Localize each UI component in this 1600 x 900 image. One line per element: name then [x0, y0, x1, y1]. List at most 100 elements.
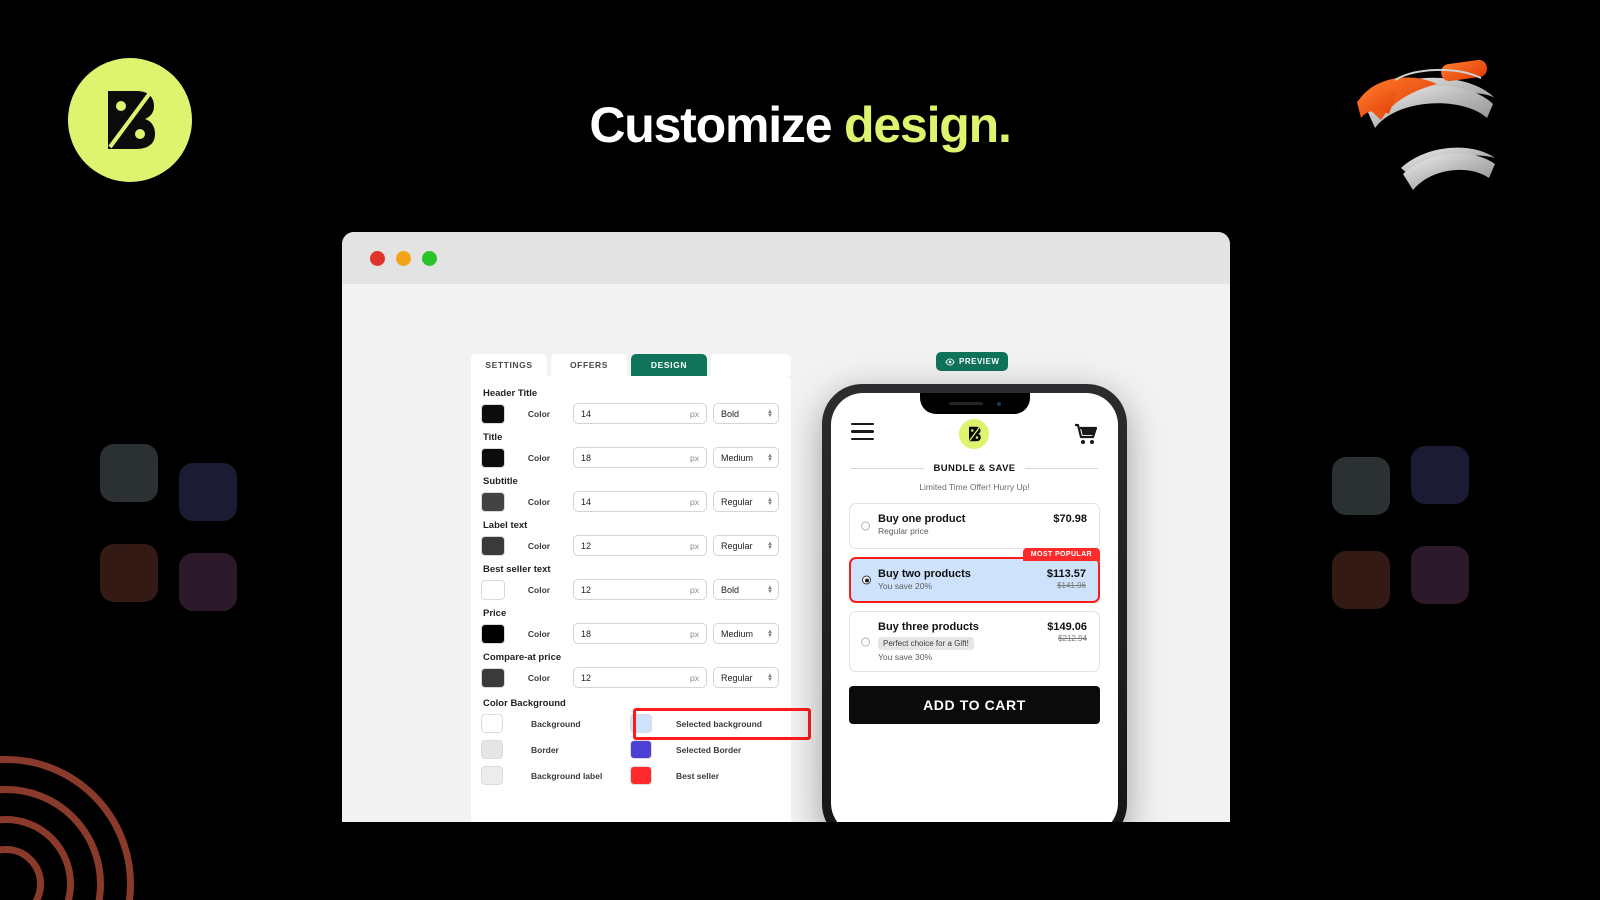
offer-subtitle: Regular price — [878, 526, 929, 536]
font-weight-select[interactable]: Bold ▲ ▼ — [713, 579, 779, 600]
font-size-unit: px — [690, 496, 699, 507]
typography-group: Price Color 18 px Medium ▲ ▼ — [481, 608, 779, 644]
color-swatch[interactable] — [481, 667, 505, 688]
typography-group: Best seller text Color 12 px Bold ▲ ▼ — [481, 564, 779, 600]
bundle-title: BUNDLE & SAVE — [933, 463, 1016, 474]
cbg-left-label: Background — [531, 718, 581, 729]
cbg-left-label: Background label — [531, 770, 603, 781]
color-swatch[interactable] — [481, 535, 505, 556]
offer-radio[interactable] — [861, 637, 870, 646]
offer-card[interactable]: MOST POPULAR Buy two products $113.57 Yo… — [849, 548, 1100, 603]
font-size-input[interactable]: 12 px — [573, 535, 707, 556]
font-size-input[interactable]: 14 px — [573, 403, 707, 424]
group-row: Color 14 px Bold ▲ ▼ — [481, 403, 779, 424]
tab-offers[interactable]: OFFERS — [551, 354, 627, 376]
cbg-left-cell: Border — [481, 740, 630, 759]
color-background-row: Background label Best seller — [481, 766, 779, 785]
decor-square — [1411, 446, 1469, 504]
window-close-button[interactable] — [370, 250, 385, 266]
preview-label: PREVIEW — [959, 357, 1000, 366]
font-weight-value: Bold — [721, 584, 740, 595]
offer-card[interactable]: Buy one product $70.98 Regular price — [849, 503, 1100, 549]
headline-accent: design. — [844, 97, 1012, 153]
chevron-updown-icon: ▲ ▼ — [767, 672, 773, 683]
offer-subtitle: You save 20% — [878, 581, 933, 591]
tab-design[interactable]: DESIGN — [631, 354, 707, 376]
font-size-input[interactable]: 14 px — [573, 491, 707, 512]
browser-window: SETTINGS OFFERS DESIGN Header Title Color … — [342, 232, 1230, 822]
offer-price-col: $70.98 — [1053, 513, 1087, 525]
color-swatch[interactable] — [481, 403, 505, 424]
typography-group: Subtitle Color 14 px Regular ▲ ▼ — [481, 476, 779, 512]
store-logo-icon — [959, 419, 989, 449]
font-size-unit: px — [690, 540, 699, 551]
cbg-right-swatch[interactable] — [630, 714, 652, 733]
color-label: Color — [527, 408, 551, 419]
window-minimize-button[interactable] — [396, 250, 411, 266]
offer-sub-col: Perfect choice for a Gift! You save 30% — [878, 633, 974, 662]
group-label: Label text — [483, 520, 528, 531]
phone-screen: BUNDLE & SAVE Limited Time Offer! Hurry … — [831, 393, 1118, 822]
window-maximize-button[interactable] — [422, 250, 437, 266]
cbg-right-swatch[interactable] — [630, 766, 652, 785]
cbg-left-swatch[interactable] — [481, 714, 503, 733]
add-to-cart-button[interactable]: ADD TO CART — [849, 686, 1100, 724]
offer-compare-price: $141.96 — [1057, 581, 1086, 590]
font-size-input[interactable]: 18 px — [573, 623, 707, 644]
tab-settings[interactable]: SETTINGS — [471, 354, 547, 376]
cbg-right-swatch[interactable] — [630, 740, 652, 759]
font-weight-select[interactable]: Medium ▲ ▼ — [713, 447, 779, 468]
typography-group: Label text Color 12 px Regular ▲ ▼ — [481, 520, 779, 556]
preview-button[interactable]: PREVIEW — [936, 352, 1009, 371]
cbg-right-label: Selected background — [676, 718, 762, 729]
group-row: Color 12 px Bold ▲ ▼ — [481, 579, 779, 600]
cbg-left-swatch[interactable] — [481, 766, 503, 785]
most-popular-badge: MOST POPULAR — [1022, 548, 1100, 561]
phone-mockup: BUNDLE & SAVE Limited Time Offer! Hurry … — [822, 384, 1127, 822]
chevron-updown-icon: ▲ ▼ — [767, 628, 773, 639]
offer-price: $113.57 — [1046, 568, 1086, 580]
cbg-left-cell: Background label — [481, 766, 630, 785]
font-size-input[interactable]: 18 px — [573, 447, 707, 468]
divider-left — [851, 468, 925, 469]
color-background-grid: Background Selected background Border Se… — [481, 708, 811, 785]
color-swatch[interactable] — [481, 491, 505, 512]
font-size-value: 18 — [581, 452, 592, 463]
cbg-left-label: Border — [531, 744, 559, 755]
font-weight-select[interactable]: Regular ▲ ▼ — [713, 491, 779, 512]
color-swatch[interactable] — [481, 623, 505, 644]
shopping-cart-icon[interactable] — [1074, 423, 1098, 445]
offer-radio[interactable] — [862, 575, 871, 585]
chevron-updown-icon: ▲ ▼ — [767, 540, 773, 551]
font-size-value: 12 — [581, 584, 592, 595]
browser-content: SETTINGS OFFERS DESIGN Header Title Color … — [342, 284, 1230, 822]
font-weight-value: Regular — [721, 540, 753, 551]
font-weight-value: Bold — [721, 408, 740, 419]
font-weight-select[interactable]: Medium ▲ ▼ — [713, 623, 779, 644]
cbg-right-cell: Selected background — [630, 714, 779, 733]
offer-radio[interactable] — [861, 521, 870, 531]
color-label: Color — [527, 584, 551, 595]
offer-title: Buy three products — [878, 621, 979, 633]
color-background-row: Border Selected Border — [481, 740, 779, 759]
design-tab-content: Header Title Color 14 px Bold ▲ ▼ Title C… — [471, 376, 811, 822]
group-row: Color 18 px Medium ▲ ▼ — [481, 623, 779, 644]
font-size-input[interactable]: 12 px — [573, 667, 707, 688]
offer-card[interactable]: Buy three products $149.06 Perfect choic… — [849, 611, 1100, 672]
phone-camera — [996, 401, 1001, 406]
font-weight-select[interactable]: Bold ▲ ▼ — [713, 403, 779, 424]
font-weight-select[interactable]: Regular ▲ ▼ — [713, 667, 779, 688]
color-label: Color — [527, 496, 551, 507]
cbg-left-swatch[interactable] — [481, 740, 503, 759]
offers-list: Buy one product $70.98 Regular price MOS… — [831, 503, 1118, 672]
color-swatch[interactable] — [481, 579, 505, 600]
hamburger-icon[interactable] — [851, 422, 874, 446]
font-size-input[interactable]: 12 px — [573, 579, 707, 600]
headline-main: Customize — [589, 97, 845, 153]
offer-price-col: $113.57 — [1047, 568, 1086, 580]
font-weight-select[interactable]: Regular ▲ ▼ — [713, 535, 779, 556]
cbg-left-cell: Background — [481, 714, 630, 733]
chevron-updown-icon: ▲ ▼ — [767, 496, 773, 507]
color-swatch[interactable] — [481, 447, 505, 468]
group-label: Compare-at price — [483, 652, 562, 663]
